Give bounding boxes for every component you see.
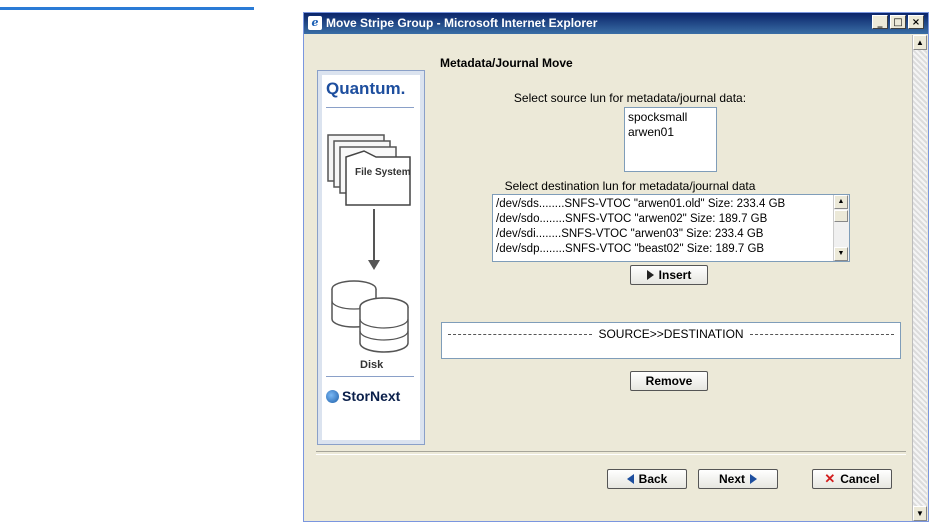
destination-list-scrollbar[interactable]: ▲ ▼ [833,195,849,261]
window-scrollbar[interactable]: ▲ ▼ [912,35,927,521]
disk-icon [331,280,409,353]
window-title: Move Stripe Group - Microsoft Internet E… [326,16,598,30]
down-arrow-icon [368,260,380,270]
stornext-brand-text: StorNext [342,388,401,404]
next-button-label: Next [718,472,745,486]
cancel-button[interactable]: ✕ Cancel [812,469,892,489]
back-button[interactable]: Back [607,469,687,489]
browser-window: e Move Stripe Group - Microsoft Internet… [303,12,929,522]
source-lun-label: Select source lun for metadata/journal d… [513,91,747,105]
maximize-button[interactable]: □ [890,15,906,29]
footer-divider [316,451,906,455]
disk-label: Disk [360,359,384,371]
window-controls: _ □ × [872,15,924,29]
mapping-list[interactable]: SOURCE>>DESTINATION [441,322,901,359]
sidebar-divider [326,107,414,108]
quantum-logo: Quantum. [326,79,406,98]
insert-button-label: Insert [658,268,692,282]
scroll-thumb[interactable] [834,210,848,222]
arrow-right-icon [646,270,654,280]
list-item[interactable]: arwen01 [628,125,713,140]
close-x-icon: ✕ [824,471,836,486]
remove-button-label: Remove [645,374,693,388]
title-bar[interactable]: e Move Stripe Group - Microsoft Internet… [304,13,928,34]
scroll-up-icon[interactable]: ▲ [834,195,848,209]
arrow-right-icon [750,474,757,484]
dashed-rule [448,333,593,335]
destination-lun-list[interactable]: /dev/sds........SNFS-VTOC "arwen01.old" … [492,194,850,262]
list-item[interactable]: spocksmall [628,110,713,125]
minimize-button[interactable]: _ [872,15,888,29]
page-header-rule [0,7,254,10]
source-lun-list[interactable]: spocksmall arwen01 [624,107,717,172]
globe-icon [326,389,339,403]
list-item[interactable]: /dev/sdo........SNFS-VTOC "arwen02" Size… [496,212,846,227]
close-button[interactable]: × [908,15,924,29]
arrow-left-icon [626,474,634,484]
file-system-label: File System [355,167,411,178]
insert-button[interactable]: Insert [630,265,708,285]
cancel-button-label: Cancel [840,472,880,486]
section-title: Metadata/Journal Move [440,56,573,70]
dialog-content: Quantum. File System Disk StorNext Metad… [305,35,913,521]
sidebar-divider-bottom [326,376,414,377]
mapping-header: SOURCE>>DESTINATION [598,327,744,341]
scroll-up-icon[interactable]: ▲ [913,35,927,50]
internet-explorer-icon: e [308,16,322,30]
list-item[interactable]: /dev/sdp........SNFS-VTOC "beast02" Size… [496,242,846,257]
dashed-rule [749,333,895,335]
list-item[interactable]: /dev/sdi........SNFS-VTOC "arwen03" Size… [496,227,846,242]
next-button[interactable]: Next [698,469,778,489]
mapping-header-row: SOURCE>>DESTINATION [448,327,895,341]
stornext-logo: StorNext [326,388,400,404]
scroll-down-icon[interactable]: ▼ [834,247,848,261]
list-item[interactable]: /dev/sds........SNFS-VTOC "arwen01.old" … [496,197,846,212]
flow-arrow-line [373,209,375,261]
destination-lun-label: Select destination lun for metadata/jour… [504,179,756,193]
remove-button[interactable]: Remove [630,371,708,391]
wizard-sidebar: Quantum. File System Disk StorNext [317,70,425,445]
back-button-label: Back [638,472,668,486]
scroll-down-icon[interactable]: ▼ [913,506,927,521]
